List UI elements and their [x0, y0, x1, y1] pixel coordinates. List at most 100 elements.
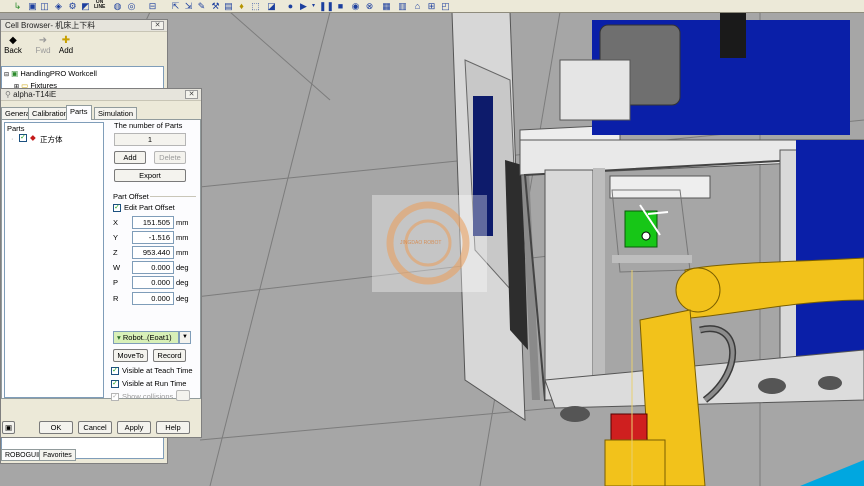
tool-icon-7[interactable]: ◍ [112, 1, 123, 11]
chevron-down-icon[interactable]: ▼ [179, 331, 191, 344]
visible-teach-checkbox[interactable]: ✓ [111, 367, 119, 375]
main-toolbar: ↳ ▣ ◫ ◈ ⚙ ◩ ON LINE ◍ ◎ ⊟ ⇱ ⇲ ✎ ⚒ ▤ ♦ ⬚ … [0, 0, 864, 13]
ok-button[interactable]: OK [39, 421, 73, 434]
record-button[interactable]: Record [153, 349, 186, 362]
cell-browser-titlebar[interactable]: Cell Browser- 机床上下料 ✕ [1, 20, 167, 32]
list-item[interactable]: · ✓ ◆ 正方体 [11, 133, 101, 144]
tree-line-icon: · [11, 134, 14, 143]
apply-button[interactable]: Apply [117, 421, 151, 434]
robot-eoat-label: Robot..(Eoat1) [122, 333, 172, 342]
tool-icon-4[interactable]: ◈ [53, 1, 64, 11]
dialog-titlebar[interactable]: ⚲ alpha-T14iE ✕ [1, 89, 201, 101]
visible-run-label: Visible at Run Time [122, 379, 187, 388]
fwd-button[interactable]: ➜ Fwd [32, 35, 54, 55]
offset-axis-p: P [113, 278, 119, 287]
add-button[interactable]: ✚ Add [55, 35, 77, 55]
export-button[interactable]: Export [114, 169, 186, 182]
tool-icon-5[interactable]: ⚙ [67, 1, 78, 11]
lock-icon: ▣ [4, 423, 13, 432]
close-circle-icon[interactable]: ⊗ [364, 1, 375, 11]
tool-icon-11[interactable]: ⇲ [183, 1, 194, 11]
offset-axis-x: X [113, 218, 119, 227]
offset-y-field[interactable]: -1.516 [132, 231, 174, 244]
back-label: Back [4, 46, 22, 55]
parts-list-header: Parts [7, 124, 25, 133]
part-checkbox[interactable]: ✓ [19, 134, 27, 142]
tool-icon-3[interactable]: ◫ [39, 1, 50, 11]
tab-simulation[interactable]: Simulation [94, 107, 138, 119]
offset-w-field[interactable]: 0.000 [132, 261, 174, 274]
offset-x-unit: mm [176, 218, 189, 227]
stop-icon[interactable]: ■ [335, 1, 346, 11]
offset-p-unit: deg [176, 278, 189, 287]
bell-icon[interactable]: ♦ [236, 1, 247, 11]
collision-color-button[interactable] [176, 390, 190, 401]
help-button[interactable]: Help [156, 421, 190, 434]
number-of-parts-label: The number of Parts [114, 121, 183, 130]
cancel-button[interactable]: Cancel [78, 421, 112, 434]
close-icon[interactable]: ✕ [151, 21, 164, 30]
tool-icon-14[interactable]: ▤ [223, 1, 234, 11]
tool-icon-1[interactable]: ↳ [12, 1, 23, 11]
tool-icon-10[interactable]: ⇱ [170, 1, 181, 11]
robot-icon: ⚲ [5, 90, 11, 99]
add-part-button[interactable]: Add [114, 151, 146, 164]
tree-item-workcell[interactable]: ⊟ ▣ HandlingPRO Workcell [4, 69, 97, 78]
part-dialog: ⚲ alpha-T14iE ✕ General Calibration Part… [0, 88, 202, 438]
offset-r-unit: deg [176, 294, 189, 303]
robot-eoat-select[interactable]: ▾ Robot..(Eoat1) ▼ [113, 331, 191, 344]
stop-circle-icon[interactable]: ◉ [350, 1, 361, 11]
offset-z-unit: mm [176, 248, 189, 257]
number-of-parts-field[interactable]: 1 [114, 133, 186, 146]
robot-eoat-value: ▾ Robot..(Eoat1) [113, 331, 179, 344]
offset-r-field[interactable]: 0.000 [132, 292, 174, 305]
tool-icon-13[interactable]: ⚒ [210, 1, 221, 11]
watermark-text: JINGDAO ROBOT [400, 240, 442, 246]
tool-icon-16[interactable]: ◪ [266, 1, 277, 11]
edit-part-offset-label: Edit Part Offset [124, 203, 175, 212]
tab-favorites[interactable]: Favorites [39, 449, 76, 461]
tool-icon-9[interactable]: ⊟ [147, 1, 158, 11]
parts-list[interactable]: Parts · ✓ ◆ 正方体 [4, 122, 104, 398]
tool-icon-12[interactable]: ✎ [196, 1, 207, 11]
online-icon[interactable]: ON LINE [94, 0, 105, 10]
tool-icon-2[interactable]: ▣ [27, 1, 38, 11]
online-label-2: LINE [94, 4, 106, 10]
parts-tab-panel: Parts · ✓ ◆ 正方体 The number of Parts 1 Ad… [1, 119, 201, 401]
lock-button[interactable]: ▣ [2, 421, 15, 434]
add-label: Add [58, 46, 74, 55]
expand-icon[interactable]: ⊟ [4, 72, 9, 78]
delete-part-button[interactable]: Delete [154, 151, 186, 164]
offset-x-field[interactable]: 151.505 [132, 216, 174, 229]
edit-part-offset-checkbox[interactable]: ✓ [113, 204, 121, 212]
show-collisions-label: Show collisions [122, 392, 174, 401]
tool-icon-20[interactable]: ⊞ [426, 1, 437, 11]
offset-z-field[interactable]: 953.440 [132, 246, 174, 259]
moveto-button[interactable]: MoveTo [113, 349, 148, 362]
tool-icon-8[interactable]: ◎ [126, 1, 137, 11]
part-offset-divider [150, 196, 196, 197]
tool-icon-19[interactable]: ⌂ [412, 1, 423, 11]
visible-run-checkbox[interactable]: ✓ [111, 380, 119, 388]
back-button[interactable]: ◆ Back [2, 35, 24, 55]
show-collisions-checkbox[interactable]: ✓ [111, 393, 119, 401]
tool-icon-15[interactable]: ⬚ [250, 1, 261, 11]
fwd-label: Fwd [35, 46, 51, 55]
tool-icon-17[interactable]: ▦ [381, 1, 392, 11]
tab-parts[interactable]: Parts [66, 105, 92, 120]
close-icon[interactable]: ✕ [185, 90, 198, 99]
part-name: 正方体 [40, 135, 63, 144]
forward-arrow-icon: ➜ [38, 35, 48, 46]
offset-p-field[interactable]: 0.000 [132, 276, 174, 289]
tool-icon-18[interactable]: ▥ [397, 1, 408, 11]
tool-icon-21[interactable]: ◰ [440, 1, 451, 11]
tool-icon-6[interactable]: ◩ [80, 1, 91, 11]
robot-eoat-icon: ▾ [117, 333, 121, 342]
pause-icon[interactable]: ❚❚ [319, 1, 334, 11]
dialog-title: alpha-T14iE [13, 90, 57, 99]
offset-y-unit: mm [176, 233, 189, 242]
dropdown-icon[interactable]: ▾ [308, 1, 319, 11]
tree-label-workcell: HandlingPRO Workcell [20, 69, 97, 78]
record-icon[interactable]: ● [285, 1, 296, 11]
offset-axis-w: W [113, 263, 121, 272]
